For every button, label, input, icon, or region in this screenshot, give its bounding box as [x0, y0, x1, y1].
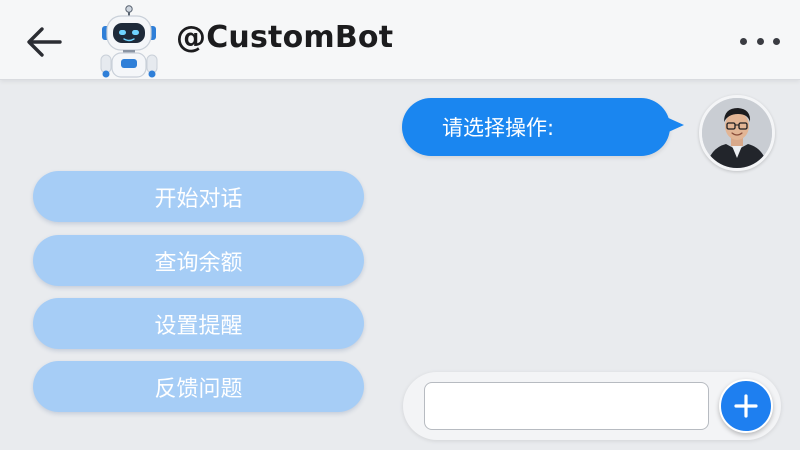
more-dot: [773, 37, 780, 45]
chat-header: @CustomBot: [0, 0, 800, 80]
bot-name: @CustomBot: [176, 20, 394, 55]
arrow-left-icon: [27, 27, 62, 57]
bot-avatar: [92, 4, 166, 80]
more-dot: [756, 37, 764, 45]
message-composer: [403, 372, 781, 440]
quick-option-label: 设置提醒: [154, 313, 243, 339]
message-text: 请选择操作:: [442, 116, 555, 140]
more-options-button[interactable]: [740, 30, 780, 52]
outgoing-message-bubble: 请选择操作:: [402, 98, 670, 156]
quick-option-set-reminder[interactable]: 设置提醒: [33, 298, 364, 349]
add-button[interactable]: [719, 379, 773, 433]
quick-option-label: 反馈问题: [154, 376, 243, 402]
user-avatar: [699, 95, 775, 171]
message-input[interactable]: [424, 382, 709, 430]
plus-icon: [734, 394, 758, 418]
quick-option-start-chat[interactable]: 开始对话: [33, 171, 364, 222]
quick-option-check-balance[interactable]: 查询余额: [33, 235, 364, 286]
more-horizontal-icon: [740, 37, 747, 45]
quick-option-feedback[interactable]: 反馈问题: [33, 361, 364, 412]
bubble-tail: [664, 116, 684, 134]
quick-option-label: 开始对话: [154, 186, 243, 212]
back-button[interactable]: [22, 22, 66, 62]
robot-icon: [100, 5, 158, 78]
user-photo-icon: [702, 98, 772, 168]
quick-option-label: 查询余额: [154, 250, 243, 276]
